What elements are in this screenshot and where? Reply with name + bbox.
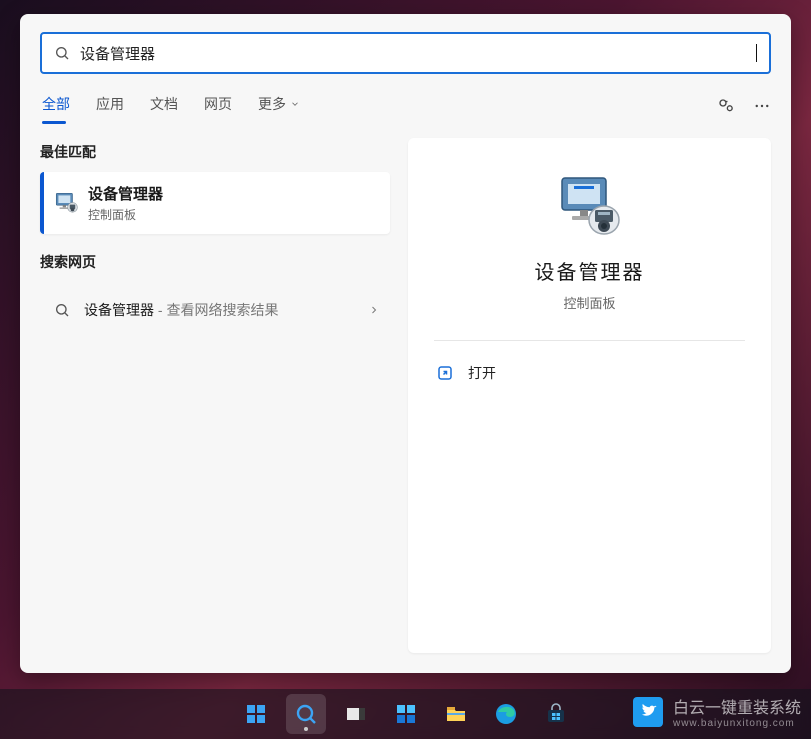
divider (434, 340, 745, 341)
taskbar-store-button[interactable] (536, 694, 576, 734)
search-input[interactable] (80, 45, 758, 62)
web-search-label: 设备管理器 - 查看网络搜索结果 (84, 300, 278, 320)
search-tabs: 全部 应用 文档 网页 更多 (40, 88, 302, 124)
results-left-column: 最佳匹配 设备管理器 控制面板 (40, 138, 390, 653)
taskbar-center (236, 694, 576, 734)
web-header: 搜索网页 (40, 252, 390, 272)
device-manager-icon (53, 191, 79, 215)
watermark-title: 白云一键重装系统 (673, 700, 801, 717)
web-search-item[interactable]: 设备管理器 - 查看网络搜索结果 (40, 288, 390, 332)
taskbar-start-button[interactable] (236, 694, 276, 734)
file-explorer-icon (444, 702, 468, 726)
search-icon (54, 45, 70, 61)
open-action[interactable]: 打开 (434, 359, 745, 387)
tabs-row: 全部 应用 文档 网页 更多 (20, 74, 791, 124)
best-match-icon (44, 191, 88, 215)
account-icon[interactable] (717, 97, 735, 115)
tab-documents[interactable]: 文档 (148, 88, 180, 124)
result-title: 设备管理器 (535, 256, 645, 285)
watermark: 白云一键重装系统 www.baiyunxitong.com (633, 694, 801, 729)
edge-icon (494, 702, 518, 726)
taskbar-search-button[interactable] (286, 694, 326, 734)
best-match-header: 最佳匹配 (40, 142, 390, 162)
taskbar-edge-button[interactable] (486, 694, 526, 734)
best-match-title: 设备管理器 (88, 183, 163, 204)
panel-body: 最佳匹配 设备管理器 控制面板 (20, 124, 791, 673)
chevron-down-icon (290, 99, 300, 109)
open-label: 打开 (468, 363, 496, 383)
best-match-item[interactable]: 设备管理器 控制面板 (40, 172, 390, 234)
search-icon (294, 702, 318, 726)
task-view-icon (344, 702, 368, 726)
search-results-panel: 全部 应用 文档 网页 更多 最佳匹配 (20, 14, 791, 673)
watermark-url: www.baiyunxitong.com (673, 718, 801, 729)
device-manager-icon (554, 174, 626, 238)
taskbar-explorer-button[interactable] (436, 694, 476, 734)
active-indicator (304, 727, 308, 731)
tab-all[interactable]: 全部 (40, 88, 72, 124)
best-match-subtitle: 控制面板 (88, 206, 163, 223)
tabs-actions (717, 97, 771, 115)
taskbar-taskview-button[interactable] (336, 694, 376, 734)
watermark-logo (633, 697, 663, 727)
tab-more[interactable]: 更多 (256, 88, 302, 124)
tab-web[interactable]: 网页 (202, 88, 234, 124)
search-icon (54, 302, 70, 318)
more-options-icon[interactable] (753, 97, 771, 115)
store-icon (544, 702, 568, 726)
tab-apps[interactable]: 应用 (94, 88, 126, 124)
search-box[interactable] (40, 32, 771, 74)
taskbar-widgets-button[interactable] (386, 694, 426, 734)
result-large-icon (554, 174, 626, 238)
open-icon (436, 364, 454, 382)
windows-logo-icon (244, 702, 268, 726)
result-detail-pane: 设备管理器 控制面板 打开 (408, 138, 771, 653)
text-caret (756, 44, 757, 62)
chevron-right-icon (368, 304, 380, 316)
widgets-icon (394, 702, 418, 726)
bird-icon (638, 702, 658, 722)
result-subtitle: 控制面板 (563, 293, 615, 312)
